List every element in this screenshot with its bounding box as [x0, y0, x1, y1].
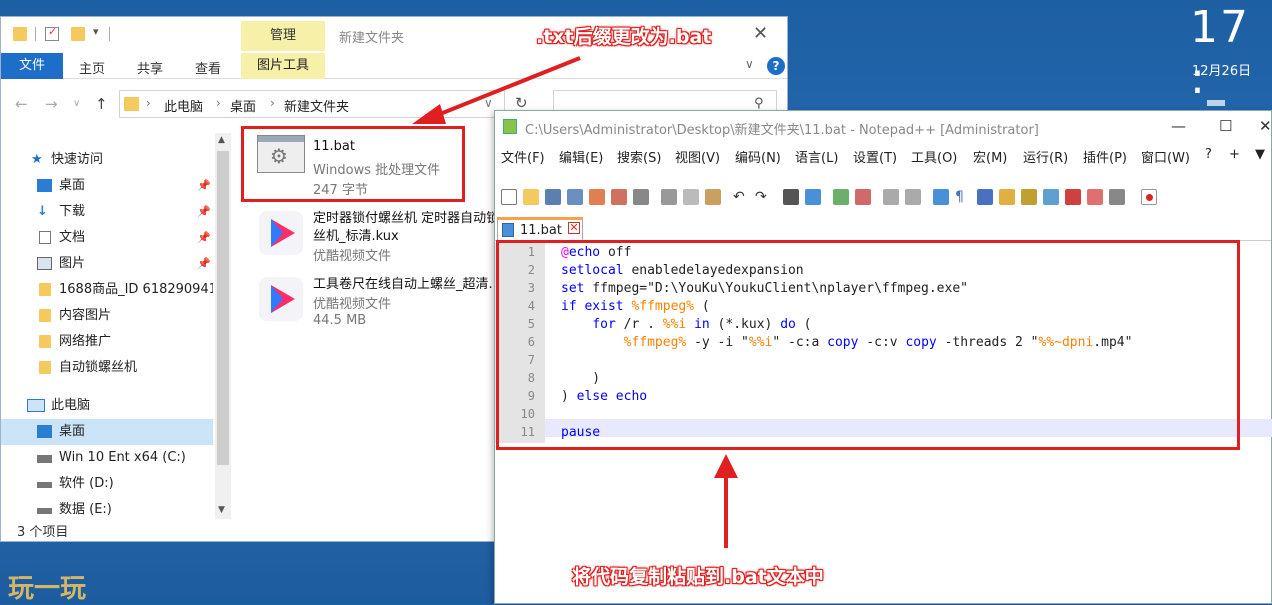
- watermark-logo: 玩一玩: [8, 574, 87, 604]
- annotation-arrows: [412, 56, 738, 548]
